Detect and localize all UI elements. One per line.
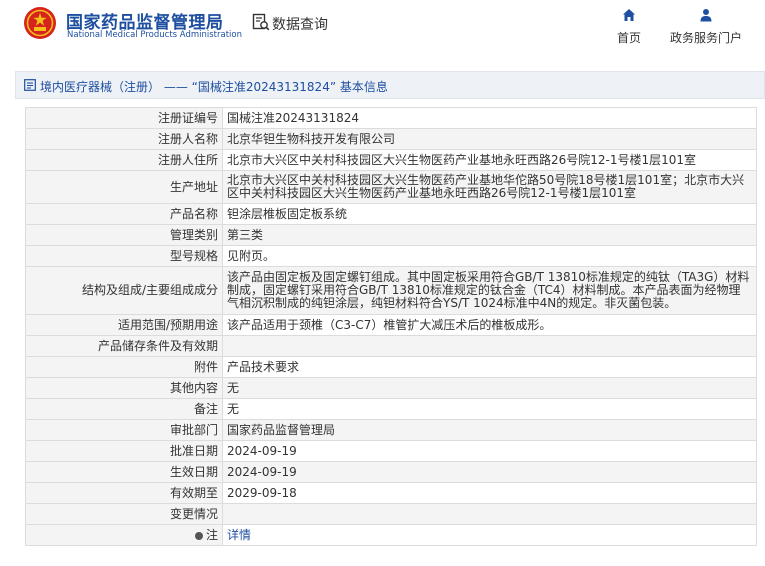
table-row: 注 详情 <box>25 524 757 546</box>
nav-home[interactable]: 首页 <box>612 8 646 46</box>
field-label: 变更情况 <box>25 503 223 525</box>
nav-service-portal[interactable]: 政务服务门户 <box>666 8 746 46</box>
field-label: 适用范围/预期用途 <box>25 314 223 336</box>
table-row: 注册人名称 北京华钽生物科技开发有限公司 <box>25 128 757 150</box>
field-label: 有效期至 <box>25 482 223 504</box>
data-query-icon <box>252 13 270 31</box>
field-value <box>222 503 757 525</box>
table-row: 生产地址 北京市大兴区中关村科技园区大兴生物医药产业基地华佗路50号院18号楼1… <box>25 170 757 204</box>
table-row: 其他内容 无 <box>25 377 757 399</box>
field-label: 审批部门 <box>25 419 223 441</box>
field-value: 2029-09-18 <box>222 482 757 504</box>
field-value: 国械注准20243131824 <box>222 107 757 129</box>
field-value: 北京华钽生物科技开发有限公司 <box>222 128 757 150</box>
note-label-cell: 注 <box>25 524 223 546</box>
table-row: 备注 无 <box>25 398 757 420</box>
list-icon <box>24 79 36 91</box>
table-row: 结构及组成/主要组成成分 该产品由固定板及固定螺钉组成。其中固定板采用符合GB/… <box>25 266 757 315</box>
field-label: 注 <box>205 527 218 542</box>
table-row: 注册证编号 国械注准20243131824 <box>25 107 757 129</box>
nav-portal-label: 政务服务门户 <box>669 31 742 45</box>
field-value: 无 <box>222 377 757 399</box>
table-row: 型号规格 见附页。 <box>25 245 757 267</box>
table-row: 生效日期 2024-09-19 <box>25 461 757 483</box>
table-row: 附件 产品技术要求 <box>25 356 757 378</box>
field-value: 产品技术要求 <box>222 356 757 378</box>
table-row: 产品名称 钽涂层椎板固定板系统 <box>25 203 757 225</box>
field-value: 国家药品监督管理局 <box>222 419 757 441</box>
breadcrumb: 境内医疗器械（注册） —— “国械注准20243131824” 基本信息 <box>15 71 765 99</box>
field-value: 见附页。 <box>222 245 757 267</box>
field-value-cell: 详情 <box>222 524 757 546</box>
field-label: 其他内容 <box>25 377 223 399</box>
field-label: 管理类别 <box>25 224 223 246</box>
user-icon <box>700 9 712 22</box>
table-row: 管理类别 第三类 <box>25 224 757 246</box>
field-label: 型号规格 <box>25 245 223 267</box>
note-icon <box>194 531 203 540</box>
nav-home-label: 首页 <box>616 31 641 45</box>
field-label: 附件 <box>25 356 223 378</box>
field-value: 该产品由固定板及固定螺钉组成。其中固定板采用符合GB/T 13810标准规定的纯… <box>222 266 757 315</box>
field-label: 产品储存条件及有效期 <box>25 335 223 357</box>
field-label: 产品名称 <box>25 203 223 225</box>
home-icon <box>623 9 635 21</box>
field-value: 北京市大兴区中关村科技园区大兴生物医药产业基地永旺西路26号院12-1号楼1层1… <box>222 149 757 171</box>
table-row: 批准日期 2024-09-19 <box>25 440 757 462</box>
field-label: 注册人名称 <box>25 128 223 150</box>
brand-subtitle: National Medical Products Administration <box>67 30 242 40</box>
field-label: 注册人住所 <box>25 149 223 171</box>
field-label: 生效日期 <box>25 461 223 483</box>
field-value <box>222 335 757 357</box>
field-value: 北京市大兴区中关村科技园区大兴生物医药产业基地华佗路50号院18号楼1层101室… <box>222 170 757 204</box>
table-row: 审批部门 国家药品监督管理局 <box>25 419 757 441</box>
field-value: 2024-09-19 <box>222 440 757 462</box>
table-row: 注册人住所 北京市大兴区中关村科技园区大兴生物医药产业基地永旺西路26号院12-… <box>25 149 757 171</box>
page-section-title: 数据查询 <box>272 17 328 33</box>
breadcrumb-text: 境内医疗器械（注册） —— “国械注准20243131824” 基本信息 <box>40 80 388 94</box>
table-row: 变更情况 <box>25 503 757 525</box>
field-label: 结构及组成/主要组成成分 <box>25 266 223 315</box>
field-value: 钽涂层椎板固定板系统 <box>222 203 757 225</box>
field-label: 生产地址 <box>25 170 223 204</box>
field-value: 该产品适用于颈椎（C3-C7）椎管扩大减压术后的椎板成形。 <box>222 314 757 336</box>
field-value: 第三类 <box>222 224 757 246</box>
national-emblem-icon <box>24 7 56 39</box>
details-link[interactable]: 详情 <box>227 528 251 542</box>
table-row: 有效期至 2029-09-18 <box>25 482 757 504</box>
field-value: 无 <box>222 398 757 420</box>
registration-detail-table: 注册证编号 国械注准20243131824 注册人名称 北京华钽生物科技开发有限… <box>25 107 757 546</box>
field-label: 批准日期 <box>25 440 223 462</box>
field-label: 注册证编号 <box>25 107 223 129</box>
table-row: 产品储存条件及有效期 <box>25 335 757 357</box>
field-label: 备注 <box>25 398 223 420</box>
site-header: 国家药品监督管理局 National Medical Products Admi… <box>0 0 765 56</box>
table-row: 适用范围/预期用途 该产品适用于颈椎（C3-C7）椎管扩大减压术后的椎板成形。 <box>25 314 757 336</box>
field-value: 2024-09-19 <box>222 461 757 483</box>
